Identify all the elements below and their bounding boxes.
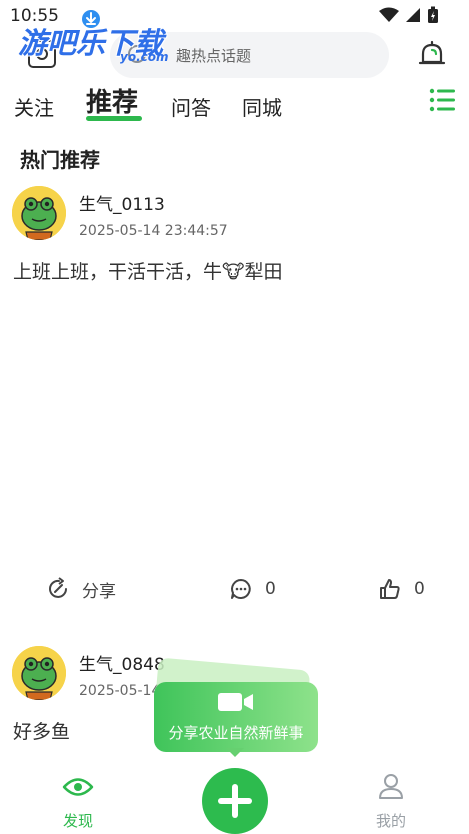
bottom-nav: 发现 我的 xyxy=(0,760,469,834)
comment-count: 0 xyxy=(265,579,276,599)
post-actions: 分享 0 0 xyxy=(0,572,469,606)
cow-emoji: 🐮 xyxy=(222,261,245,283)
status-icons xyxy=(379,6,439,24)
post-content-text: 上班上班，干活干活，牛 xyxy=(13,261,223,283)
share-icon xyxy=(49,577,67,598)
tab-local[interactable]: 同城 xyxy=(242,92,282,121)
post-content: 上班上班，干活干活，牛🐮犁田 xyxy=(13,257,283,284)
share-button[interactable]: 分享 xyxy=(46,572,116,606)
bell-icon xyxy=(418,40,446,65)
post-time: 2025-05-14 23:44:57 xyxy=(79,223,228,239)
watermark-domain: yo.com xyxy=(120,50,169,64)
avatar[interactable] xyxy=(12,646,66,700)
tab-qa[interactable]: 问答 xyxy=(171,92,211,121)
active-tab-indicator xyxy=(86,116,142,121)
video-camera-icon xyxy=(218,693,253,711)
tooltip-text: 分享农业自然新鲜事 xyxy=(168,724,304,742)
list-menu-icon xyxy=(429,88,455,112)
post-content: 好多鱼 xyxy=(13,721,71,743)
plus-icon xyxy=(218,784,252,818)
comment-button[interactable]: 0 xyxy=(229,572,276,606)
user-icon xyxy=(379,774,403,799)
like-count: 0 xyxy=(414,579,425,599)
section-title: 热门推荐 xyxy=(20,148,100,172)
feed-tabs: 关注 推荐 问答 同城 xyxy=(0,80,469,126)
watermark-logo: 游吧乐下载 yo.com xyxy=(18,6,188,64)
tooltip-arrow xyxy=(226,748,244,757)
avatar[interactable] xyxy=(12,186,66,240)
tab-follow[interactable]: 关注 xyxy=(14,92,54,121)
nav-profile-label: 我的 xyxy=(375,812,406,830)
create-post-button[interactable] xyxy=(202,768,268,834)
create-post-tooltip[interactable]: 分享农业自然新鲜事 xyxy=(153,657,318,757)
notification-button[interactable] xyxy=(417,40,447,70)
tab-recommend[interactable]: 推荐 xyxy=(86,82,138,119)
comment-icon xyxy=(231,579,251,599)
frog-avatar-icon xyxy=(12,646,66,700)
thumbs-up-icon xyxy=(380,579,400,599)
post-username[interactable]: 生气_0113 xyxy=(79,190,165,215)
post-time: 2025-05-14 xyxy=(79,683,161,699)
menu-button[interactable] xyxy=(429,86,457,114)
eye-icon xyxy=(62,778,94,796)
share-label: 分享 xyxy=(82,581,116,602)
battery-icon xyxy=(428,6,438,23)
post-card[interactable]: 生气_0113 2025-05-14 23:44:57 上班上班，干活干活，牛🐮… xyxy=(0,186,469,616)
like-button[interactable]: 0 xyxy=(378,572,425,606)
post-content-suffix: 犁田 xyxy=(244,261,283,283)
frog-avatar-icon xyxy=(12,186,66,240)
wifi-icon xyxy=(379,7,399,22)
signal-icon xyxy=(406,8,420,22)
post-username[interactable]: 生气_0848 xyxy=(79,650,165,675)
nav-discover-label: 发现 xyxy=(62,812,93,830)
